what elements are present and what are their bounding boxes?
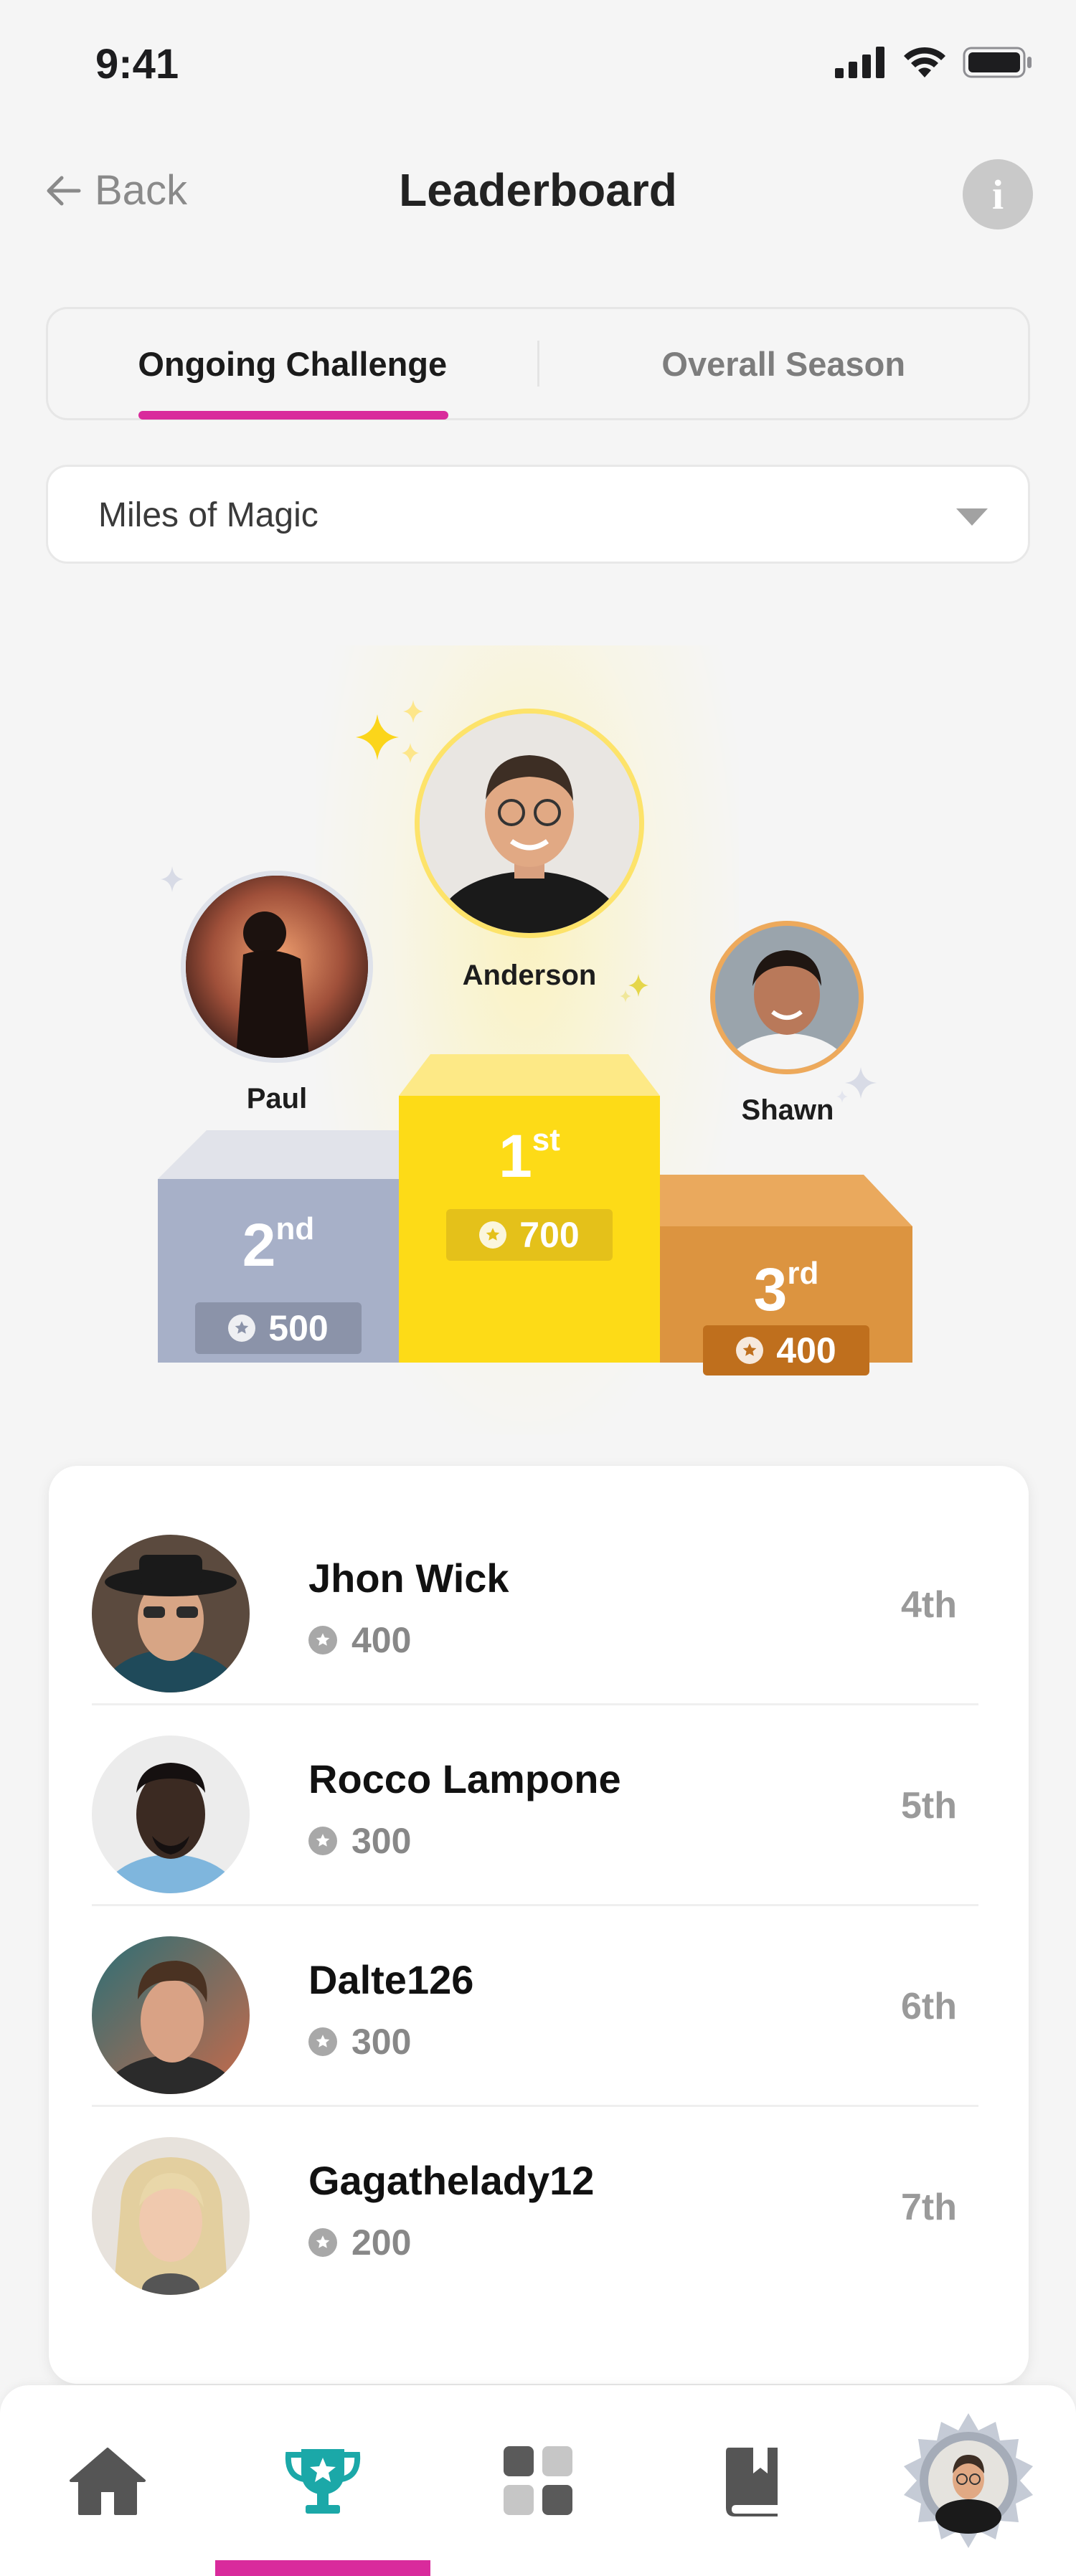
third-place-block: 3rd 400	[660, 1175, 912, 1375]
star-icon	[736, 1337, 764, 1364]
nav-profile[interactable]	[861, 2385, 1076, 2576]
second-place-block: 2nd 500	[158, 1130, 399, 1363]
second-place-avatar[interactable]	[181, 871, 373, 1063]
avatar-image	[92, 1736, 250, 1893]
avatar-image	[420, 714, 639, 933]
user-points: 400	[308, 1619, 411, 1661]
leaderboard-list: Jhon Wick 400 4th Rocco Lampone 300 5th	[49, 1466, 1029, 2384]
rank-number: 2	[242, 1211, 276, 1279]
avatar-image	[715, 926, 859, 1069]
points-value: 200	[351, 2222, 412, 2263]
points-value: 500	[268, 1308, 329, 1348]
avatar-image	[92, 1535, 250, 1692]
tab-bar: Ongoing Challenge Overall Season	[46, 307, 1030, 420]
rank-suffix: st	[532, 1122, 560, 1157]
first-place-block: 1st 700	[399, 1054, 660, 1363]
first-place-avatar[interactable]	[415, 709, 644, 938]
sparkle-icon	[356, 700, 423, 763]
points-value: 300	[351, 2022, 412, 2062]
user-name: Jhon Wick	[308, 1555, 509, 1601]
status-icons	[835, 46, 1033, 79]
nav-home[interactable]	[0, 2385, 215, 2576]
user-position: 6th	[901, 1986, 957, 2027]
second-place-points: 500	[195, 1302, 362, 1354]
avatar	[92, 2137, 250, 2295]
battery-icon	[963, 47, 1032, 78]
avatar-image	[92, 2137, 250, 2295]
points-value: 400	[776, 1330, 836, 1370]
second-place-name: Paul	[246, 1083, 308, 1114]
page-title: Leaderboard	[399, 164, 677, 216]
book-icon	[726, 2448, 778, 2516]
podium: Anderson Paul Shawn 2nd 500 1st 700 3rd …	[0, 617, 1076, 1463]
star-icon	[479, 1221, 507, 1249]
first-place-points: 700	[446, 1209, 613, 1261]
info-button[interactable]: i	[963, 159, 1033, 229]
list-item[interactable]: Gagathelady12 200 7th	[92, 2107, 978, 2308]
third-place-points: 400	[703, 1325, 869, 1375]
avatar	[92, 1936, 250, 2094]
bottom-nav	[0, 2385, 1076, 2576]
rank-suffix: rd	[787, 1256, 819, 1291]
points-value: 400	[351, 1620, 412, 1660]
star-icon	[308, 2228, 337, 2257]
nav-activities[interactable]	[430, 2385, 646, 2576]
grid-icon	[504, 2446, 572, 2515]
star-icon	[308, 2027, 337, 2056]
tab-ongoing-challenge[interactable]: Ongoing Challenge	[48, 309, 537, 420]
rank-number: 3	[753, 1256, 788, 1323]
challenge-dropdown-value: Miles of Magic	[98, 496, 318, 534]
star-icon	[228, 1315, 256, 1342]
block-shape	[399, 1054, 660, 1363]
avatar	[92, 1736, 250, 1893]
trophy-icon	[285, 2449, 361, 2514]
avatar	[92, 1535, 250, 1692]
star-icon	[308, 1626, 337, 1654]
user-name: Rocco Lampone	[308, 1756, 621, 1801]
status-time: 9:41	[95, 41, 179, 87]
third-place-name: Shawn	[741, 1094, 834, 1126]
profile-badge-icon	[904, 2413, 1033, 2548]
chevron-down-icon	[956, 508, 988, 526]
wifi-icon	[904, 47, 945, 77]
user-points: 300	[308, 2021, 411, 2063]
user-name: Dalte126	[308, 1957, 474, 2002]
third-place-rank: 3rd	[660, 1255, 912, 1325]
user-points: 300	[308, 1820, 411, 1862]
home-icon	[70, 2448, 146, 2515]
first-place-name: Anderson	[462, 960, 597, 991]
header: Back Leaderboard i	[0, 151, 1076, 237]
rank-number: 1	[499, 1122, 532, 1190]
avatar-image	[92, 1936, 250, 2094]
points-value: 300	[351, 1821, 412, 1861]
star-icon	[308, 1827, 337, 1855]
status-bar: 9:41	[0, 0, 1076, 129]
rank-suffix: nd	[275, 1211, 315, 1246]
list-item[interactable]: Jhon Wick 400 4th	[92, 1505, 978, 1705]
nav-library[interactable]	[646, 2385, 861, 2576]
first-place-rank: 1st	[399, 1122, 660, 1191]
user-position: 4th	[901, 1584, 957, 1626]
avatar-image	[186, 876, 368, 1058]
user-points: 200	[308, 2222, 411, 2263]
user-position: 5th	[901, 1785, 957, 1827]
nav-leaderboard[interactable]	[215, 2385, 430, 2576]
user-position: 7th	[901, 2187, 957, 2228]
sparkle-icon	[161, 866, 184, 892]
list-item[interactable]: Dalte126 300 6th	[92, 1906, 978, 2107]
nav-active-indicator	[215, 2560, 430, 2576]
tab-overall-season[interactable]: Overall Season	[539, 309, 1029, 418]
second-place-rank: 2nd	[158, 1211, 399, 1280]
user-name: Gagathelady12	[308, 2158, 595, 2203]
signal-icon	[835, 47, 884, 78]
challenge-dropdown[interactable]: Miles of Magic	[46, 465, 1030, 564]
info-icon: i	[991, 171, 1004, 218]
third-place-avatar[interactable]	[710, 921, 864, 1074]
list-item[interactable]: Rocco Lampone 300 5th	[92, 1705, 978, 1906]
points-value: 700	[519, 1215, 580, 1255]
